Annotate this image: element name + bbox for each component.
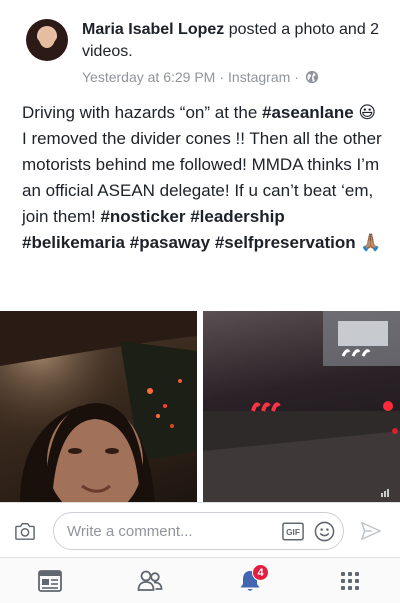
- bottom-tab-bar: 4: [0, 557, 400, 603]
- svg-text:GIF: GIF: [286, 528, 300, 537]
- gif-icon[interactable]: GIF: [282, 522, 304, 541]
- author-name[interactable]: Maria Isabel Lopez: [82, 21, 224, 38]
- hashtag-link[interactable]: #pasaway: [130, 233, 210, 252]
- hashtag-link[interactable]: #aseanlane: [262, 103, 354, 122]
- friends-icon: [137, 570, 163, 591]
- comment-bar: Write a comment... GIF: [0, 502, 400, 557]
- tab-friends[interactable]: [100, 558, 200, 603]
- notification-badge: 4: [252, 564, 269, 581]
- post-text-segment: Driving with hazards “on” at the: [22, 103, 262, 122]
- avatar-face: [39, 28, 55, 48]
- post-timestamp[interactable]: Yesterday at 6:29 PM: [82, 69, 215, 85]
- comment-input[interactable]: Write a comment... GIF: [53, 512, 344, 550]
- night-road-scene: [203, 311, 400, 502]
- tab-news-feed[interactable]: [0, 558, 100, 603]
- send-icon[interactable]: [360, 520, 382, 542]
- camera-icon[interactable]: [14, 521, 36, 541]
- post-header: Maria Isabel Lopez posted a photo and 2 …: [26, 19, 396, 91]
- smiley-icon[interactable]: [314, 521, 335, 542]
- post-source[interactable]: Instagram: [228, 69, 290, 85]
- post-text-segment: 🙏🏽: [355, 233, 382, 252]
- meta-separator: ·: [219, 69, 225, 85]
- hashtag-link[interactable]: #selfpreservation: [215, 233, 356, 252]
- menu-grid-icon: [341, 572, 359, 590]
- hashtag-link[interactable]: #nosticker: [100, 207, 185, 226]
- post-media: [0, 311, 400, 502]
- selfie-in-car-photo[interactable]: [0, 311, 197, 502]
- meta-separator-2: ·: [294, 69, 299, 85]
- selfie-scene: [0, 311, 197, 502]
- avatar[interactable]: [26, 19, 68, 61]
- tab-menu[interactable]: [300, 558, 400, 603]
- night-road-video[interactable]: [203, 311, 400, 502]
- globe-icon: [305, 70, 319, 84]
- hashtag-link[interactable]: #belikemaria: [22, 233, 125, 252]
- news-feed-icon: [38, 570, 62, 592]
- hashtag-link[interactable]: #leadership: [190, 207, 285, 226]
- comment-placeholder: Write a comment...: [67, 523, 193, 540]
- post-meta: Yesterday at 6:29 PM · Instagram ·: [82, 69, 319, 85]
- post-headline: Maria Isabel Lopez posted a photo and 2 …: [82, 19, 382, 63]
- tab-notifications[interactable]: 4: [200, 558, 300, 603]
- post-text: Driving with hazards “on” at the #aseanl…: [22, 100, 382, 256]
